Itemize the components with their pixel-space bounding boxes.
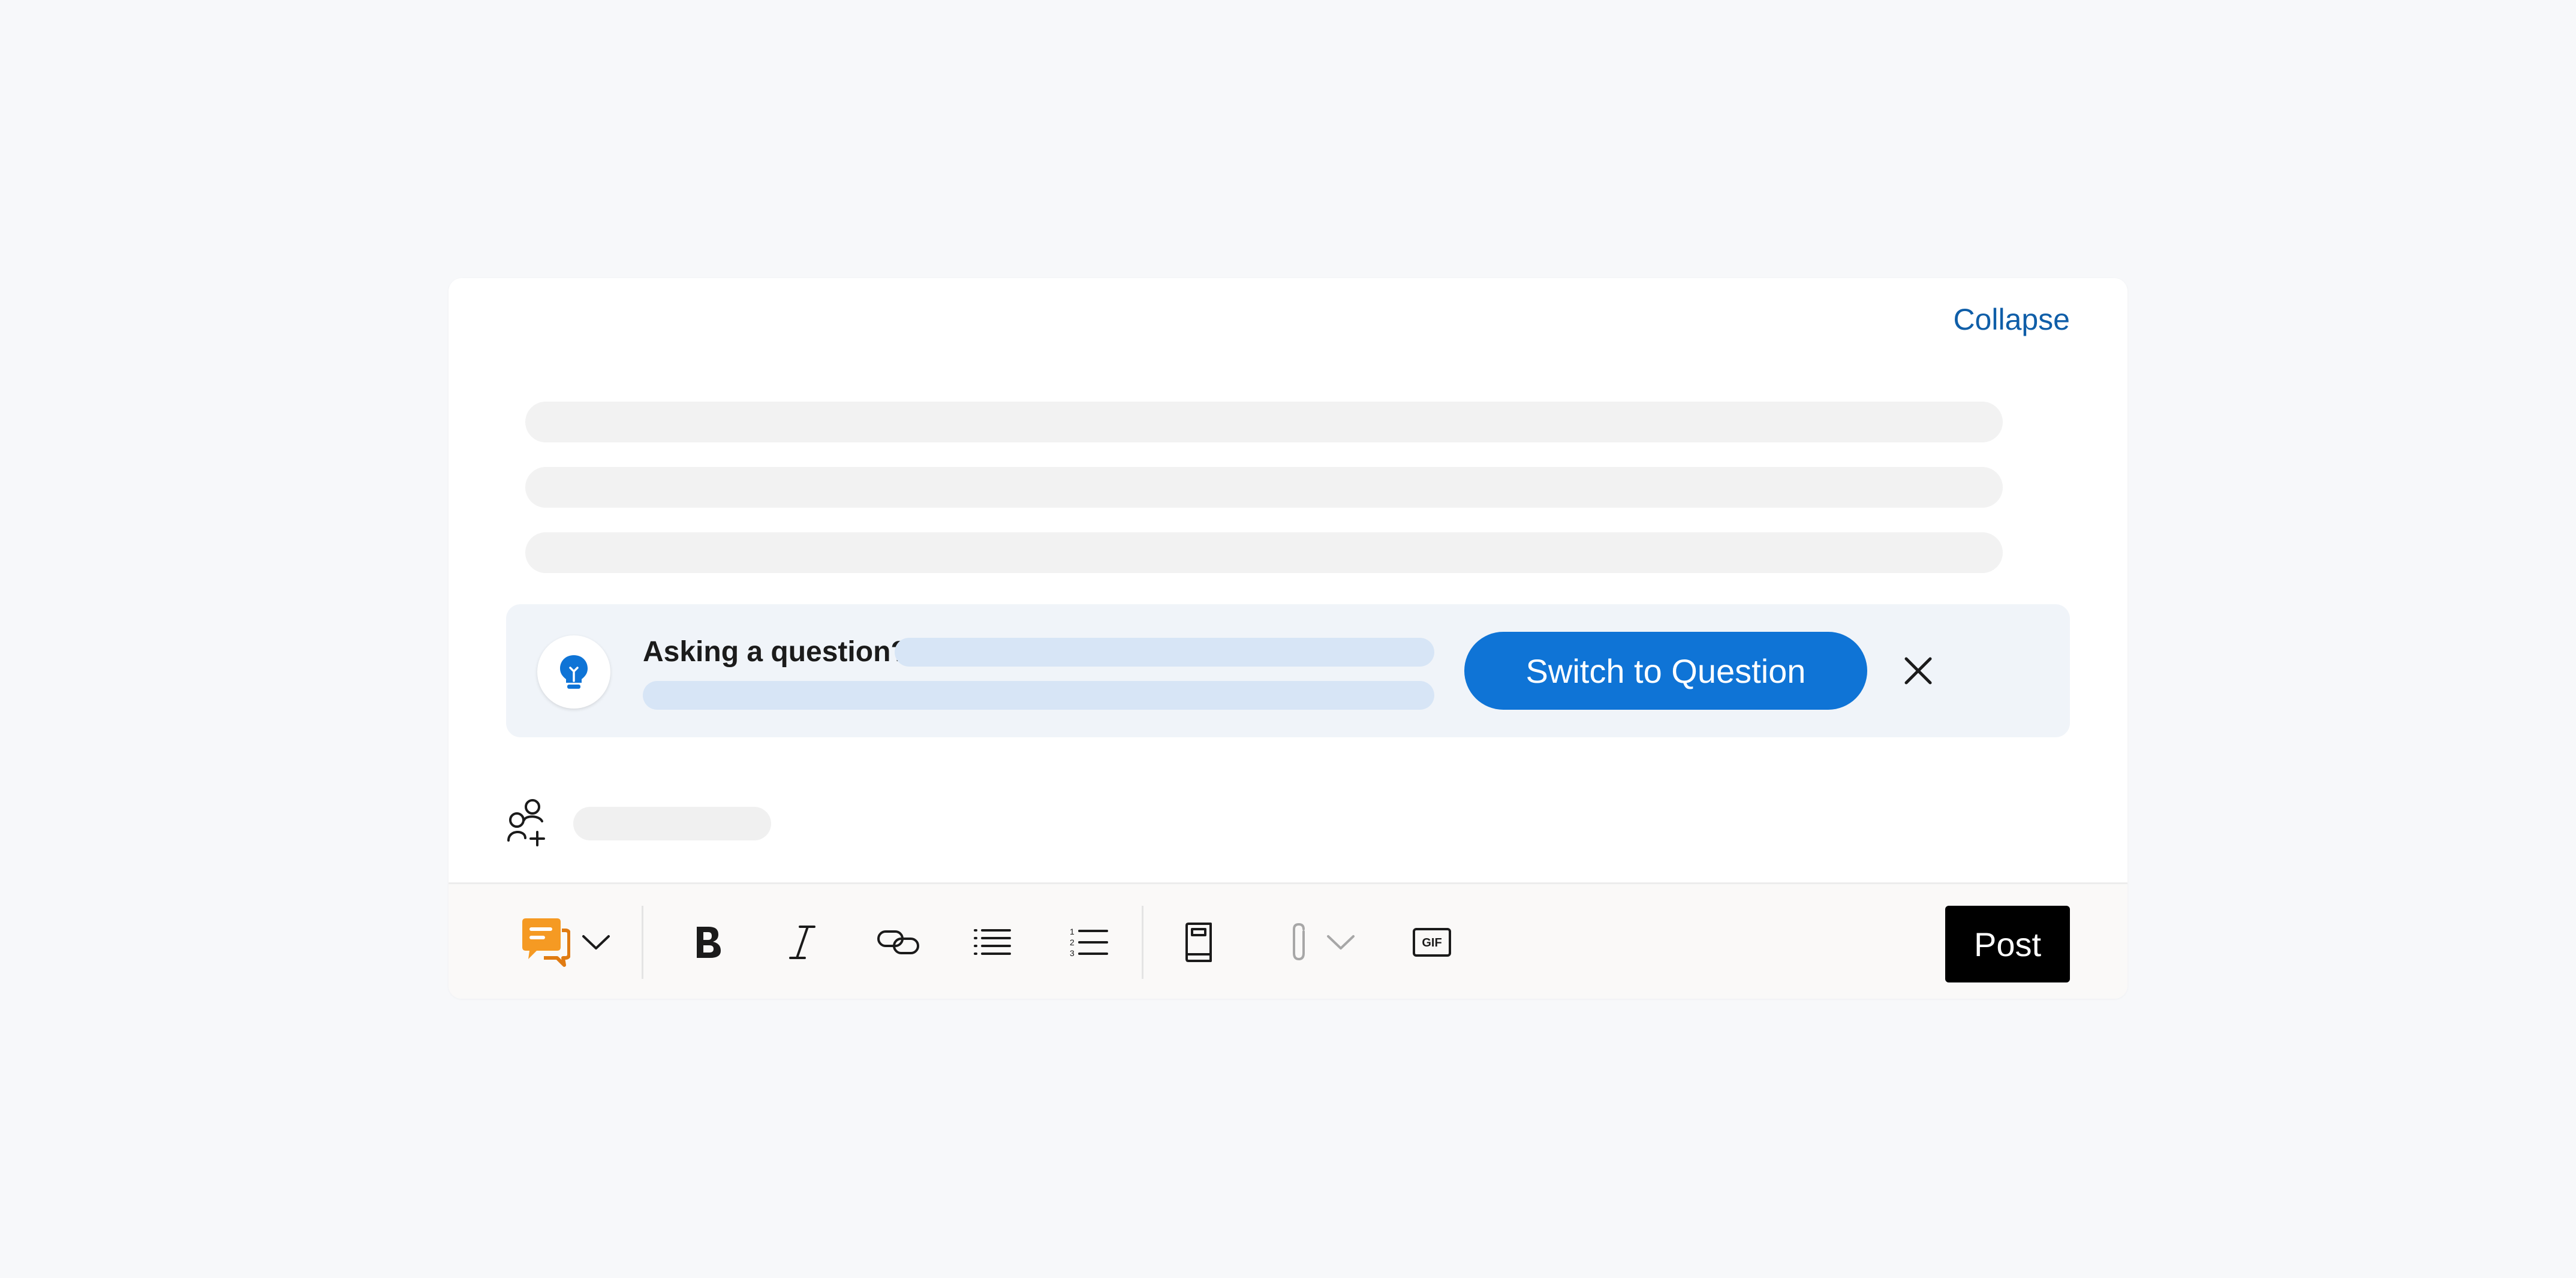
bulleted-list-icon[interactable] — [965, 911, 1019, 973]
lightbulb-icon — [537, 635, 610, 709]
svg-text:GIF: GIF — [1422, 936, 1442, 950]
loading-placeholder-line — [525, 467, 2003, 508]
banner-title: Asking a question? — [643, 636, 908, 668]
chevron-down-icon[interactable] — [578, 911, 614, 973]
attachment-chevron-icon[interactable] — [1323, 911, 1359, 973]
close-icon[interactable] — [1897, 650, 1939, 692]
banner-placeholder-line — [643, 681, 1434, 710]
collapse-link[interactable]: Collapse — [1953, 302, 2070, 337]
svg-text:2: 2 — [1070, 938, 1075, 947]
gif-icon[interactable]: GIF — [1408, 911, 1456, 973]
loading-placeholder-line — [525, 402, 2003, 442]
svg-text:3: 3 — [1070, 948, 1075, 958]
toolbar-divider — [1142, 906, 1143, 979]
book-icon[interactable] — [1178, 911, 1220, 973]
svg-text:1: 1 — [1070, 927, 1075, 936]
italic-icon[interactable] — [778, 911, 826, 973]
mention-placeholder — [573, 807, 771, 840]
add-people-icon[interactable] — [506, 798, 554, 846]
attachment-icon[interactable] — [1281, 911, 1317, 973]
banner-placeholder-line — [895, 638, 1434, 667]
link-icon[interactable] — [868, 911, 928, 973]
formatting-toolbar: 1 2 3 GIF Post — [449, 882, 2127, 999]
toolbar-divider — [642, 906, 643, 979]
composer-card: Collapse Asking a question? Switch to Qu… — [449, 278, 2127, 999]
mention-people-row — [506, 798, 866, 858]
switch-to-question-button[interactable]: Switch to Question — [1464, 632, 1867, 710]
post-button[interactable]: Post — [1945, 906, 2070, 982]
bold-icon[interactable] — [684, 911, 732, 973]
numbered-list-icon[interactable]: 1 2 3 — [1063, 911, 1117, 973]
question-suggestion-banner: Asking a question? Switch to Question — [506, 604, 2070, 737]
loading-placeholder-line — [525, 532, 2003, 573]
post-type-icon[interactable] — [518, 911, 572, 973]
